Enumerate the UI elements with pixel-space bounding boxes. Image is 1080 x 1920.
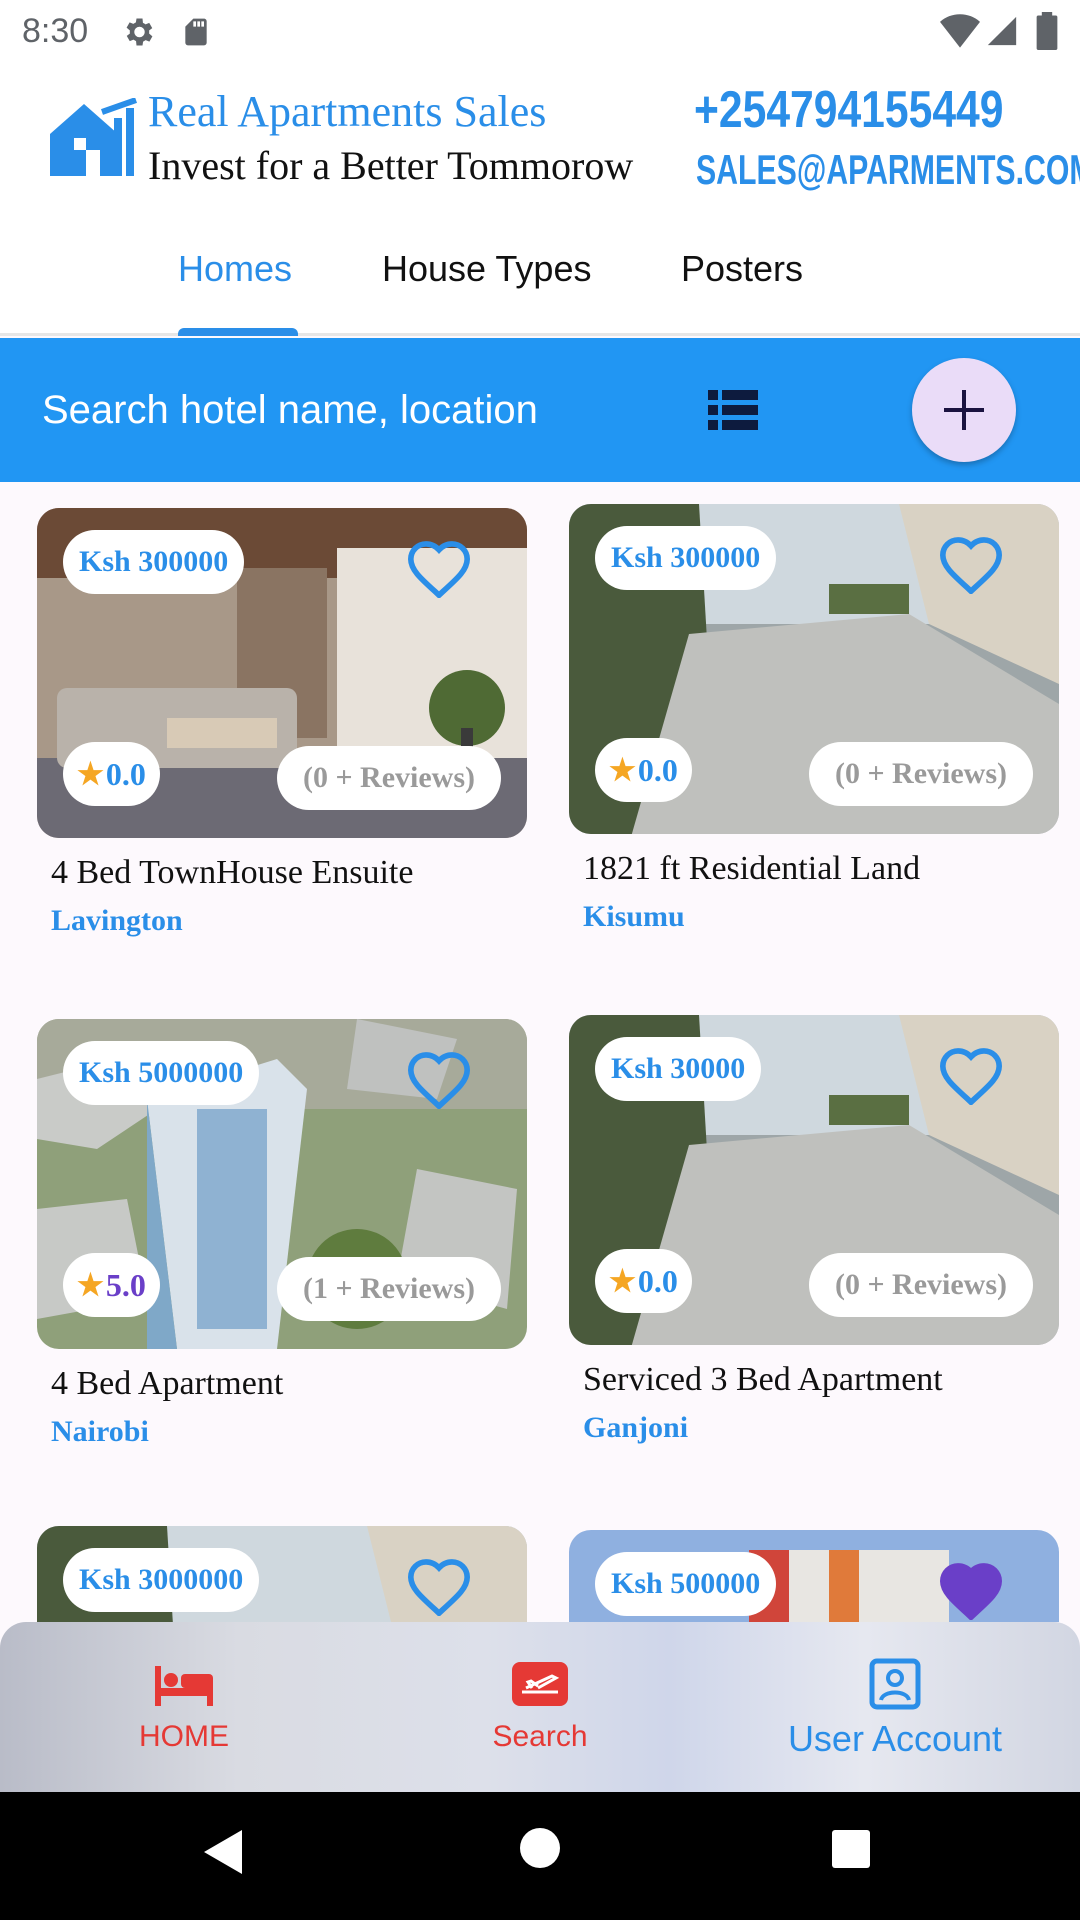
price-badge: Ksh 300000 (63, 530, 245, 594)
brand-title: Real Apartments Sales (148, 87, 547, 136)
price-badge: Ksh 3000000 (63, 1548, 260, 1612)
rating-badge: ★ 0.0 (63, 742, 160, 806)
brand-tagline: Invest for a Better Tommorow (148, 143, 634, 188)
favorite-heart-icon[interactable] (405, 1047, 473, 1109)
listing-location: Ganjoni (583, 1411, 689, 1444)
add-listing-button[interactable] (912, 358, 1016, 462)
reviews-badge: (0 + Reviews) (808, 1253, 1033, 1317)
plus-icon (944, 390, 984, 430)
star-icon: ★ (77, 757, 104, 791)
wifi-icon (940, 14, 980, 48)
nav-user-account-label: User Account (787, 1718, 1003, 1759)
price-badge: Ksh 500000 (595, 1552, 777, 1616)
contact-phone[interactable]: +254794155449 (694, 80, 1003, 140)
nav-search-label: Search (492, 1720, 588, 1753)
favorite-heart-filled-icon[interactable] (937, 1558, 1005, 1620)
listing-location: Lavington (51, 904, 183, 937)
listing-title: 4 Bed Apartment (51, 1365, 284, 1402)
rating-value: 0.0 (637, 1262, 678, 1299)
tab-posters[interactable]: Posters (681, 248, 803, 290)
listing-card[interactable]: Ksh 500000 (569, 1530, 1059, 1622)
list-view-icon[interactable] (708, 390, 758, 430)
account-box-icon (869, 1658, 921, 1710)
reviews-badge: (0 + Reviews) (276, 746, 501, 810)
price-badge: Ksh 300000 (595, 526, 777, 590)
nav-home-label: HOME (139, 1720, 229, 1753)
listing-title: 1821 ft Residential Land (583, 850, 921, 887)
reviews-badge: (1 + Reviews) (276, 1257, 501, 1321)
search-bar: Search hotel name, location (0, 338, 1080, 482)
rating-badge: ★ 0.0 (595, 1249, 692, 1313)
star-icon: ★ (609, 1264, 636, 1298)
listing-title: Serviced 3 Bed Apartment (583, 1361, 943, 1398)
home-logo-icon (50, 98, 137, 176)
listing-location: Nairobi (51, 1415, 149, 1448)
price-badge: Ksh 5000000 (63, 1041, 260, 1105)
system-navigation-bar (0, 1792, 1080, 1920)
search-input[interactable]: Search hotel name, location (42, 388, 538, 433)
tab-bar: Homes House Types Posters (0, 230, 1080, 336)
reviews-badge: (0 + Reviews) (808, 742, 1033, 806)
settings-icon (126, 18, 153, 46)
rating-value: 5.0 (105, 1266, 146, 1303)
recents-square-icon[interactable] (832, 1830, 870, 1868)
battery-icon (1036, 12, 1058, 50)
listing-location: Kisumu (583, 900, 685, 933)
listing-title: 4 Bed TownHouse Ensuite (51, 854, 414, 891)
rating-value: 0.0 (105, 755, 146, 792)
app-header: Real Apartments Sales Invest for a Bette… (0, 62, 1080, 230)
rating-badge: ★ 0.0 (595, 738, 692, 802)
back-icon[interactable] (204, 1830, 244, 1874)
contact-email[interactable]: SALES@APARMENTS.COM (696, 146, 1080, 194)
favorite-heart-icon[interactable] (405, 536, 473, 598)
rating-value: 0.0 (637, 751, 678, 788)
nav-search[interactable]: Search (460, 1622, 620, 1792)
nav-home[interactable]: HOME (104, 1622, 264, 1792)
rating-badge: ★ 5.0 (63, 1253, 160, 1317)
tab-house-types[interactable]: House Types (382, 248, 591, 290)
favorite-heart-icon[interactable] (937, 1043, 1005, 1105)
bottom-navigation: HOME Search User Account (0, 1622, 1080, 1792)
sd-card-icon (185, 18, 207, 46)
flight-icon (512, 1662, 568, 1706)
price-badge: Ksh 30000 (595, 1037, 762, 1101)
tab-indicator (178, 328, 298, 336)
favorite-heart-icon[interactable] (937, 532, 1005, 594)
tab-homes[interactable]: Homes (178, 248, 292, 290)
star-icon: ★ (609, 753, 636, 787)
home-circle-icon[interactable] (520, 1828, 560, 1868)
status-time: 8:30 (22, 12, 89, 50)
status-bar: 8:30 (0, 0, 1080, 62)
favorite-heart-icon[interactable] (405, 1554, 473, 1616)
nav-user-account[interactable]: User Account (770, 1622, 1020, 1792)
listing-card[interactable]: Ksh 3000000 (37, 1526, 527, 1622)
star-icon: ★ (77, 1268, 104, 1302)
bed-icon (155, 1666, 213, 1706)
signal-icon (987, 16, 1017, 46)
